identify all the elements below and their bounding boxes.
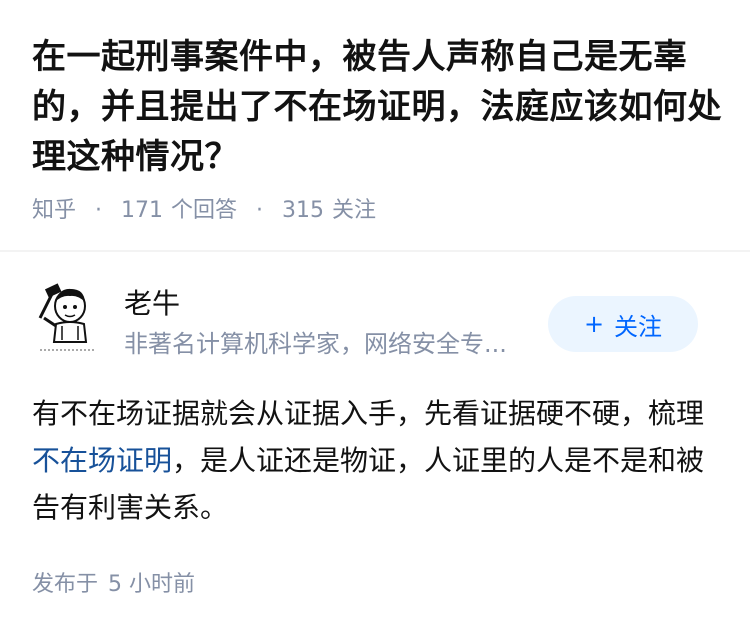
answer-link[interactable]: 不在场证明 xyxy=(32,444,172,477)
follow-count: 315 xyxy=(282,198,325,223)
question-title[interactable]: 在一起刑事案件中，被告人声称自己是无辜的，并且提出了不在场证明，法庭应该如何处理… xyxy=(32,32,722,182)
answer-count: 171 xyxy=(121,198,164,223)
answer-text: 有不在场证据就会从证据入手，先看证据硬不硬，梳理 xyxy=(32,397,705,430)
meta-separator: · xyxy=(256,198,264,223)
follow-button[interactable]: + 关注 xyxy=(548,296,698,352)
source-label[interactable]: 知乎 xyxy=(32,198,76,223)
author-name[interactable]: 老牛 xyxy=(124,286,180,322)
question-header: 在一起刑事案件中，被告人声称自己是无辜的，并且提出了不在场证明，法庭应该如何处理… xyxy=(0,0,750,250)
plus-icon: + xyxy=(583,310,605,338)
author-bio: 非著名计算机科学家，网络安全专... xyxy=(124,330,507,358)
meta-separator: · xyxy=(95,198,103,223)
published-label: 发布于 xyxy=(32,572,99,597)
author-card: 老牛 非著名计算机科学家，网络安全专... + 关注 xyxy=(0,252,750,372)
cartoon-avatar-icon xyxy=(38,283,96,351)
follow-count-label: 关注 xyxy=(332,198,377,223)
avatar[interactable] xyxy=(32,278,104,358)
question-meta: 知乎 · 171 个回答 · 315 关注 xyxy=(32,196,376,226)
published-time: 5 小时前 xyxy=(108,572,196,597)
answer-count-label: 个回答 xyxy=(171,198,238,223)
follow-button-label: 关注 xyxy=(614,312,663,341)
answer-content: 有不在场证据就会从证据入手，先看证据硬不硬，梳理不在场证明，是人证还是物证，人证… xyxy=(32,390,722,531)
published-info: 发布于 5 小时前 xyxy=(32,570,195,600)
